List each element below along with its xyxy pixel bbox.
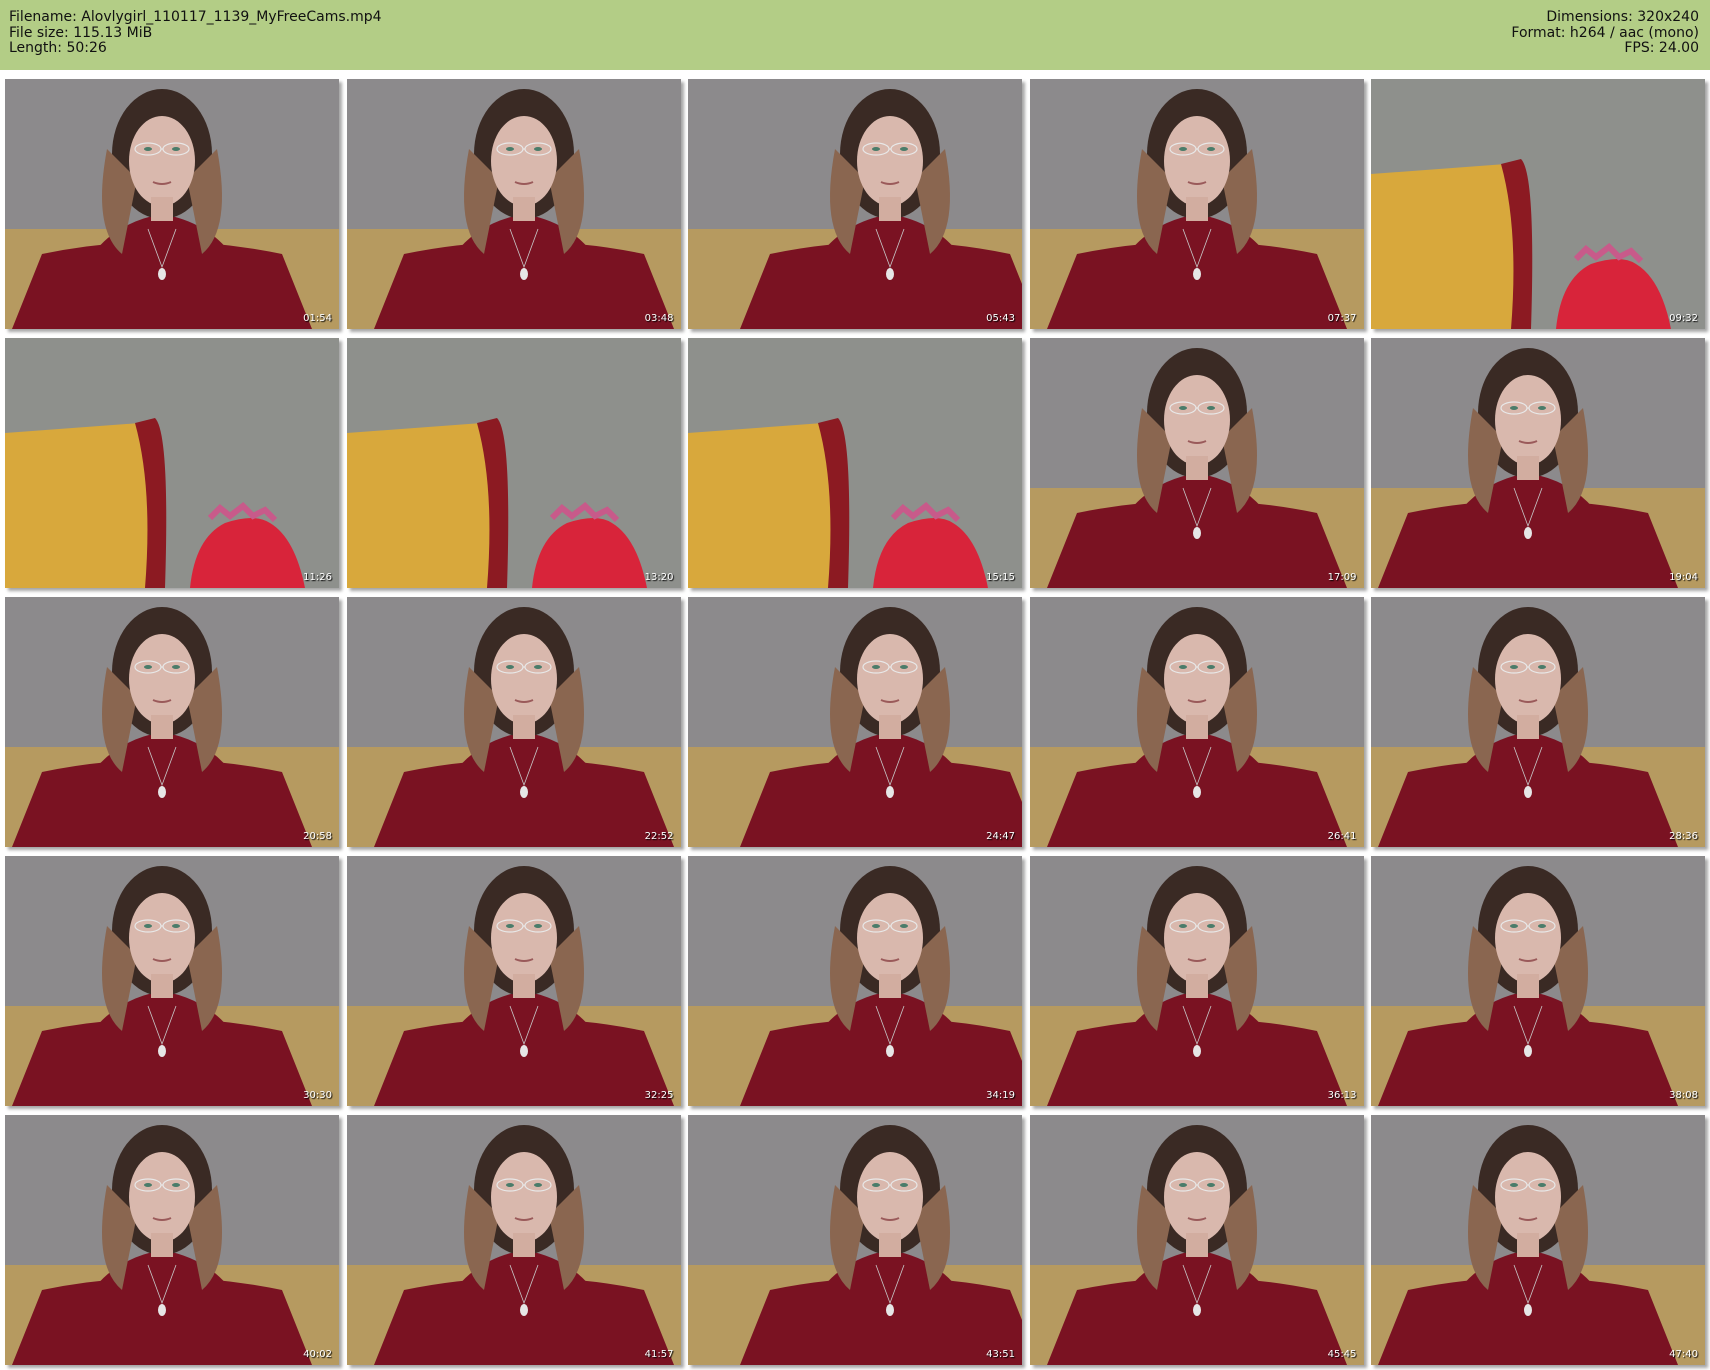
person-scene-image bbox=[1371, 856, 1705, 1106]
video-thumbnail: 19:04 bbox=[1371, 338, 1705, 588]
fps-label: FPS: 24.00 bbox=[1624, 40, 1699, 56]
video-thumbnail: 03:48 bbox=[346, 79, 681, 329]
video-thumbnail: 24:47 bbox=[688, 597, 1022, 847]
video-thumbnail: 20:58 bbox=[5, 597, 339, 847]
person-scene-image bbox=[688, 1115, 1022, 1365]
video-thumbnail: 30:30 bbox=[5, 856, 339, 1106]
thumbnail-timestamp: 20:58 bbox=[303, 831, 332, 842]
thumbnail-timestamp: 19:04 bbox=[1669, 572, 1698, 583]
pillow-scene-image bbox=[346, 338, 681, 588]
thumbnail-timestamp: 26:41 bbox=[1327, 831, 1357, 842]
thumbnail-timestamp: 28:36 bbox=[1669, 831, 1698, 842]
pillow-scene-image bbox=[688, 338, 1022, 588]
person-scene-image bbox=[1029, 856, 1364, 1106]
person-scene-image bbox=[5, 597, 339, 847]
thumbnail-timestamp: 13:20 bbox=[644, 572, 674, 583]
person-scene-image bbox=[5, 1115, 339, 1365]
video-thumbnail: 36:13 bbox=[1029, 856, 1364, 1106]
thumbnail-timestamp: 07:37 bbox=[1327, 313, 1357, 324]
pillow-scene-image bbox=[1371, 79, 1705, 329]
video-thumbnail: 22:52 bbox=[346, 597, 681, 847]
person-scene-image bbox=[1029, 1115, 1364, 1365]
video-thumbnail: 47:40 bbox=[1371, 1115, 1705, 1365]
video-thumbnail: 43:51 bbox=[688, 1115, 1022, 1365]
person-scene-image bbox=[688, 856, 1022, 1106]
thumbnail-timestamp: 43:51 bbox=[986, 1349, 1015, 1360]
pillow-scene-image bbox=[5, 338, 339, 588]
person-scene-image bbox=[5, 79, 339, 329]
thumbnail-timestamp: 34:19 bbox=[986, 1090, 1015, 1101]
video-thumbnail: 05:43 bbox=[688, 79, 1022, 329]
thumbnail-timestamp: 41:57 bbox=[644, 1349, 674, 1360]
video-thumbnail: 40:02 bbox=[5, 1115, 339, 1365]
thumbnail-timestamp: 36:13 bbox=[1327, 1090, 1357, 1101]
video-thumbnail: 15:15 bbox=[688, 338, 1022, 588]
thumbnail-grid: 01:54 03:48 05:43 07:37 09:32 11:26 13:2… bbox=[5, 79, 1705, 1365]
video-thumbnail: 28:36 bbox=[1371, 597, 1705, 847]
person-scene-image bbox=[346, 1115, 681, 1365]
video-thumbnail: 07:37 bbox=[1029, 79, 1364, 329]
video-thumbnail: 32:25 bbox=[346, 856, 681, 1106]
thumbnail-timestamp: 15:15 bbox=[986, 572, 1015, 583]
person-scene-image bbox=[346, 597, 681, 847]
person-scene-image bbox=[688, 79, 1022, 329]
video-thumbnail: 34:19 bbox=[688, 856, 1022, 1106]
person-scene-image bbox=[1371, 1115, 1705, 1365]
thumbnail-timestamp: 05:43 bbox=[986, 313, 1015, 324]
thumbnail-timestamp: 17:09 bbox=[1327, 572, 1357, 583]
thumbnail-timestamp: 22:52 bbox=[644, 831, 674, 842]
video-thumbnail: 11:26 bbox=[5, 338, 339, 588]
dimensions-label: Dimensions: 320x240 bbox=[1546, 9, 1699, 25]
format-label: Format: h264 / aac (mono) bbox=[1511, 24, 1699, 41]
person-scene-image bbox=[688, 597, 1022, 847]
filesize-label: File size: 115.13 MiB bbox=[9, 24, 153, 41]
person-scene-image bbox=[1029, 597, 1364, 847]
thumbnail-timestamp: 24:47 bbox=[986, 831, 1015, 842]
video-thumbnail: 13:20 bbox=[346, 338, 681, 588]
file-info-left: Filename: Alovlygirl_110117_1139_MyFreeC… bbox=[9, 9, 382, 57]
person-scene-image bbox=[346, 79, 681, 329]
person-scene-image bbox=[1371, 597, 1705, 847]
person-scene-image bbox=[346, 856, 681, 1106]
length-label: Length: 50:26 bbox=[9, 40, 107, 56]
thumbnail-timestamp: 40:02 bbox=[303, 1349, 332, 1360]
thumbnail-timestamp: 47:40 bbox=[1669, 1349, 1698, 1360]
video-thumbnail: 09:32 bbox=[1371, 79, 1705, 329]
person-scene-image bbox=[5, 856, 339, 1106]
video-thumbnail: 17:09 bbox=[1029, 338, 1364, 588]
thumbnail-timestamp: 30:30 bbox=[303, 1090, 332, 1101]
filename-label: Filename: Alovlygirl_110117_1139_MyFreeC… bbox=[9, 9, 382, 25]
file-info-right: Dimensions: 320x240 Format: h264 / aac (… bbox=[1511, 9, 1699, 57]
person-scene-image bbox=[1029, 79, 1364, 329]
thumbnail-timestamp: 03:48 bbox=[644, 313, 674, 324]
thumbnail-timestamp: 11:26 bbox=[303, 572, 332, 583]
thumbnail-timestamp: 01:54 bbox=[303, 313, 332, 324]
video-thumbnail: 38:08 bbox=[1371, 856, 1705, 1106]
thumbnail-timestamp: 38:08 bbox=[1669, 1090, 1698, 1101]
thumbnail-timestamp: 32:25 bbox=[644, 1090, 674, 1101]
video-thumbnail: 41:57 bbox=[346, 1115, 681, 1365]
video-thumbnail: 26:41 bbox=[1029, 597, 1364, 847]
thumbnail-timestamp: 45:45 bbox=[1327, 1349, 1357, 1360]
person-scene-image bbox=[1371, 338, 1705, 588]
info-header: Filename: Alovlygirl_110117_1139_MyFreeC… bbox=[0, 0, 1710, 70]
person-scene-image bbox=[1029, 338, 1364, 588]
video-thumbnail: 45:45 bbox=[1029, 1115, 1364, 1365]
thumbnail-timestamp: 09:32 bbox=[1669, 313, 1698, 324]
video-thumbnail: 01:54 bbox=[5, 79, 339, 329]
